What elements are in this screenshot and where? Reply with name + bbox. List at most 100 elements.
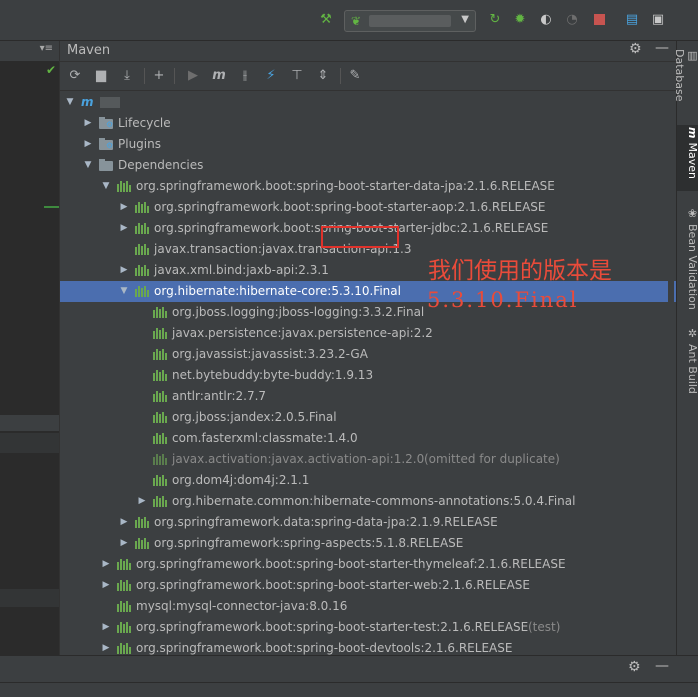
add-icon[interactable]: + — [150, 67, 168, 85]
collapsed-arrow-icon[interactable]: ▶ — [119, 533, 129, 554]
scrollbar[interactable] — [668, 92, 674, 652]
collapsed-arrow-icon[interactable]: ▶ — [101, 638, 111, 655]
library-bar — [129, 605, 131, 612]
toggle-offline-icon[interactable]: ⫲ — [236, 67, 254, 85]
collapsed-arrow-icon[interactable]: ▶ — [83, 113, 93, 134]
gear-icon[interactable]: ⚙ — [629, 41, 642, 57]
tree-row[interactable]: org.jboss.logging:jboss-logging:3.3.2.Fi… — [60, 302, 677, 323]
tree-row[interactable]: ▶ org.springframework:spring-aspects:5.1.… — [60, 533, 677, 554]
maven-project-tree: ▼m▶Lifecycle▶Plugins▼Dependencies▼org.sp… — [60, 91, 677, 655]
library-bar — [126, 601, 128, 612]
collapsed-arrow-icon[interactable]: ▶ — [101, 575, 111, 596]
collapsed-arrow-icon[interactable]: ▶ — [119, 197, 129, 218]
tree-row[interactable]: mysql:mysql-connector-java:8.0.16 — [60, 596, 677, 617]
expanded-arrow-icon[interactable]: ▼ — [119, 281, 129, 302]
library-bar — [165, 500, 167, 507]
library-bar — [147, 290, 149, 297]
tree-row[interactable]: net.bytebuddy:byte-buddy:1.9.13 — [60, 365, 677, 386]
expanded-arrow-icon[interactable]: ▼ — [101, 176, 111, 197]
tree-row[interactable]: org.javassist:javassist:3.23.2-GA — [60, 344, 677, 365]
rerun-icon[interactable]: ↻ — [487, 12, 503, 28]
collapsed-arrow-icon[interactable]: ▶ — [119, 512, 129, 533]
tree-row[interactable]: ▶ Plugins — [60, 134, 677, 155]
tree-row[interactable]: org.dom4j:dom4j:2.1.1 — [60, 470, 677, 491]
settings-wrench-icon[interactable]: ✎ — [346, 67, 364, 85]
tab-ant-build[interactable]: ✲ Ant Build — [677, 325, 698, 399]
library-bar — [144, 202, 146, 213]
project-structure-icon[interactable]: ▤ — [624, 12, 640, 28]
generate-sources-icon[interactable]: ▆ — [92, 67, 110, 85]
expanded-arrow-icon[interactable]: ▼ — [65, 92, 75, 113]
library-icon — [153, 412, 167, 423]
tree-row[interactable]: ▶ org.springframework.boot:spring-boot-st… — [60, 617, 677, 638]
run-icon[interactable]: ▶ — [184, 67, 202, 85]
annotation-version-text: 5.3.10.Final — [427, 288, 579, 312]
tree-row[interactable]: ▶ Lifecycle — [60, 113, 677, 134]
tree-row-label: org.springframework.boot:spring-boot-sta… — [154, 200, 546, 214]
library-bar — [162, 328, 164, 339]
tree-row-label: mysql:mysql-connector-java:8.0.16 — [136, 599, 348, 613]
library-bar — [153, 394, 155, 402]
library-bar — [144, 244, 146, 255]
tree-row[interactable]: ▼ m — [60, 92, 677, 113]
run-configuration-name — [369, 15, 451, 27]
tree-row-label — [100, 97, 120, 108]
library-bar — [153, 436, 155, 444]
collapsed-arrow-icon[interactable]: ▶ — [101, 617, 111, 638]
tree-row-label: org.springframework.boot:spring-boot-sta… — [136, 557, 566, 571]
show-dependencies-icon[interactable]: ⊤ — [288, 67, 306, 85]
tab-maven[interactable]: m Maven — [677, 125, 698, 191]
profile-icon[interactable]: ◔ — [564, 12, 580, 28]
library-bar — [126, 580, 128, 591]
library-bar — [141, 519, 143, 528]
layout-icon[interactable]: ▣ — [650, 12, 666, 28]
library-icon — [135, 517, 149, 528]
minimize-icon[interactable]: — — [655, 658, 669, 674]
reload-icon[interactable]: ⟳ — [66, 67, 84, 85]
coverage-icon[interactable]: ◐ — [538, 12, 554, 28]
collapsed-arrow-icon[interactable]: ▶ — [137, 491, 147, 512]
tab-bean-validation[interactable]: ❀ Bean Validation — [677, 205, 698, 315]
hammer-icon[interactable]: ⚒ — [318, 12, 334, 28]
library-bar — [162, 349, 164, 360]
gear-icon[interactable]: ⚙ — [628, 659, 641, 675]
folder-shape — [99, 138, 113, 150]
library-bar — [159, 393, 161, 402]
run-configuration-select[interactable]: ❦ ▼ — [344, 10, 476, 32]
tree-row[interactable]: javax.persistence:javax.persistence-api:… — [60, 323, 677, 344]
tree-row[interactable]: ▶ org.springframework.boot:spring-boot-de… — [60, 638, 677, 655]
toolbar-separator — [174, 68, 175, 84]
tree-row[interactable]: ▶ org.springframework.boot:spring-boot-st… — [60, 554, 677, 575]
collapsed-arrow-icon[interactable]: ▶ — [101, 554, 111, 575]
minimize-icon[interactable]: — — [655, 40, 669, 56]
library-bar — [153, 415, 155, 423]
tree-row-label: org.springframework.boot:spring-boot-dev… — [136, 641, 513, 655]
tree-row-suffix: (test) — [528, 620, 561, 634]
collapsed-arrow-icon[interactable]: ▶ — [119, 218, 129, 239]
tab-database[interactable]: ▥Database — [673, 47, 698, 115]
library-bar — [165, 437, 167, 444]
debug-icon[interactable]: ✹ — [512, 12, 528, 28]
library-bar — [138, 538, 140, 549]
tree-row[interactable]: ▼ org.springframework.boot:spring-boot-st… — [60, 176, 677, 197]
download-icon[interactable]: ⤓ — [118, 67, 136, 85]
tab-menu-icon[interactable]: ▾≡ — [40, 43, 53, 54]
bean-icon: ❀ — [686, 207, 698, 220]
collapse-all-icon[interactable]: ⇕ — [314, 67, 332, 85]
tree-row[interactable]: org.jboss:jandex:2.0.5.Final — [60, 407, 677, 428]
execute-goal-icon[interactable]: m — [210, 67, 228, 85]
stop-icon[interactable] — [591, 12, 607, 28]
tree-row[interactable]: ▶ org.springframework.boot:spring-boot-st… — [60, 575, 677, 596]
tree-row[interactable]: antlr:antlr:2.7.7 — [60, 386, 677, 407]
collapsed-arrow-icon[interactable]: ▶ — [83, 134, 93, 155]
skip-tests-icon[interactable]: ⚡ — [262, 67, 280, 85]
expanded-arrow-icon[interactable]: ▼ — [83, 155, 93, 176]
tree-row[interactable]: javax.activation:javax.activation-api:1.… — [60, 449, 677, 470]
collapsed-arrow-icon[interactable]: ▶ — [119, 260, 129, 281]
tree-row[interactable]: ▶ org.springframework.data:spring-data-jp… — [60, 512, 677, 533]
tree-row[interactable]: ▶ org.hibernate.common:hibernate-commons-… — [60, 491, 677, 512]
tree-row[interactable]: ▼ Dependencies — [60, 155, 677, 176]
tree-row[interactable]: ▶ org.springframework.boot:spring-boot-st… — [60, 197, 677, 218]
tree-row[interactable]: com.fasterxml:classmate:1.4.0 — [60, 428, 677, 449]
status-bar — [0, 682, 698, 697]
